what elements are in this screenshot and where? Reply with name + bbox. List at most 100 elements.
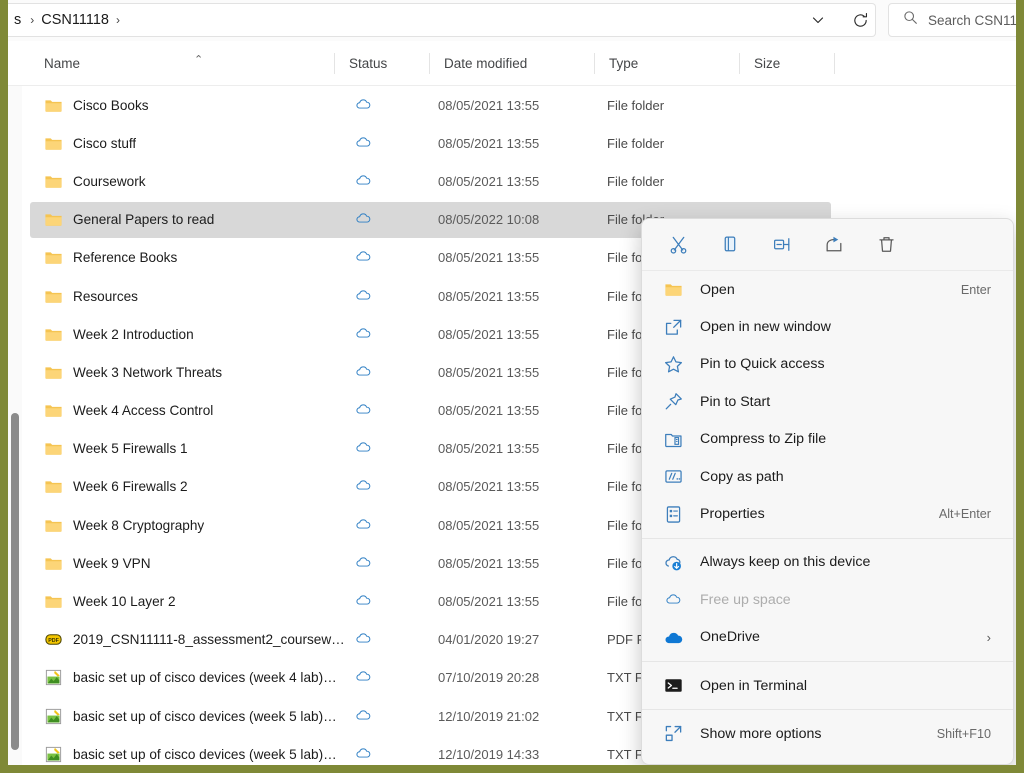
menu-item-show-more-options[interactable]: Show more options Shift+F10 <box>642 715 1013 752</box>
file-name-cell[interactable]: basic set up of cisco devices (week 5 la… <box>44 745 344 764</box>
file-name-cell[interactable]: Reference Books <box>44 248 344 267</box>
cloud-icon <box>355 134 374 153</box>
column-header-status[interactable]: Status <box>335 41 430 86</box>
file-name-label: Cisco stuff <box>73 135 137 151</box>
file-name-cell[interactable]: basic set up of cisco devices (week 4 la… <box>44 668 344 687</box>
share-icon[interactable] <box>818 229 850 261</box>
cloud-icon <box>355 172 374 191</box>
menu-item-properties[interactable]: Properties Alt+Enter <box>642 495 1013 532</box>
file-type-label: File fo <box>607 326 643 342</box>
menu-item-open-in-terminal[interactable]: Open in Terminal <box>642 667 1013 704</box>
search-input[interactable]: Search CSN111 <box>928 13 1016 28</box>
folder-icon <box>44 477 63 496</box>
file-type-label: TXT Fi <box>607 670 646 686</box>
file-name-cell[interactable]: Week 2 Introduction <box>44 325 344 344</box>
file-date-cell: 08/05/2021 13:55 <box>438 556 598 571</box>
cloud-icon <box>355 287 374 306</box>
file-name-label: basic set up of cisco devices (week 5 la… <box>73 708 337 724</box>
file-type-label: File fo <box>607 479 643 495</box>
table-row[interactable]: Cisco Books 08/05/2021 13:55 File folder <box>22 86 1016 124</box>
menu-item-label: Free up space <box>700 591 791 608</box>
file-date-cell: 08/05/2021 13:55 <box>438 250 598 265</box>
file-date-cell: 08/05/2021 13:55 <box>438 289 598 304</box>
breadcrumb-bar[interactable]: s › CSN11118 › <box>8 3 876 37</box>
file-name-cell[interactable]: Week 5 Firewalls 1 <box>44 439 344 458</box>
file-date-cell: 08/05/2021 13:55 <box>438 441 598 456</box>
table-row[interactable]: Cisco stuff 08/05/2021 13:55 File folder <box>22 124 1016 162</box>
file-name-cell[interactable]: Coursework <box>44 172 344 191</box>
file-name-cell[interactable]: Week 10 Layer 2 <box>44 592 344 611</box>
breadcrumb: s › CSN11118 › <box>8 12 127 28</box>
rename-icon[interactable] <box>766 229 798 261</box>
file-name-cell[interactable]: PDF 2019_CSN11111-8_assessment2_coursew… <box>44 630 344 649</box>
chevron-right-icon: › <box>986 629 991 645</box>
menu-separator <box>642 660 1013 662</box>
table-row[interactable]: Coursework 08/05/2021 13:55 File folder <box>22 162 1016 200</box>
file-name-cell[interactable]: Week 4 Access Control <box>44 401 344 420</box>
star-icon <box>662 353 684 375</box>
breadcrumb-item-current[interactable]: CSN11118 <box>41 12 109 28</box>
cloud-icon <box>355 248 374 267</box>
file-name-cell[interactable]: basic set up of cisco devices (week 5 la… <box>44 707 344 726</box>
file-date-cell: 08/05/2021 13:55 <box>438 136 598 151</box>
file-date-label: 08/05/2021 13:55 <box>438 173 540 189</box>
scrollbar-thumb[interactable] <box>11 413 19 750</box>
menu-item-compress-to-zip-file[interactable]: Compress to Zip file <box>642 421 1013 458</box>
file-name-label: basic set up of cisco devices (week 4 la… <box>73 670 337 686</box>
column-header-date-modified[interactable]: Date modified <box>430 41 595 86</box>
file-date-cell: 12/10/2019 14:33 <box>438 747 598 762</box>
file-date-label: 07/10/2019 20:28 <box>438 670 540 686</box>
file-date-label: 08/05/2021 13:55 <box>438 517 540 533</box>
folder-icon <box>44 325 63 344</box>
file-type-label: File fo <box>607 555 643 571</box>
cut-icon[interactable] <box>662 229 694 261</box>
file-name-label: Week 5 Firewalls 1 <box>73 441 188 457</box>
column-header-size-label: Size <box>754 56 781 71</box>
menu-item-copy-as-path[interactable]: Copy as path <box>642 458 1013 495</box>
file-status-cell <box>349 248 409 267</box>
folder-icon <box>44 172 63 191</box>
file-name-cell[interactable]: Week 6 Firewalls 2 <box>44 477 344 496</box>
file-name-cell[interactable]: General Papers to read <box>44 210 344 229</box>
file-status-cell <box>349 707 409 726</box>
breadcrumb-separator-trailing[interactable]: › <box>109 13 127 27</box>
vertical-scrollbar[interactable] <box>8 86 22 765</box>
cloud-icon <box>355 210 374 229</box>
menu-item-pin-to-start[interactable]: Pin to Start <box>642 383 1013 420</box>
file-date-label: 08/05/2021 13:55 <box>438 441 540 457</box>
file-name-cell[interactable]: Week 9 VPN <box>44 554 344 573</box>
file-name-cell[interactable]: Cisco stuff <box>44 134 344 153</box>
file-name-label: Resources <box>73 288 138 304</box>
menu-item-onedrive[interactable]: OneDrive › <box>642 619 1013 656</box>
search-box[interactable]: Search CSN111 <box>888 3 1016 37</box>
file-type-cell: File folder <box>607 174 747 189</box>
show-more-icon <box>662 723 684 745</box>
column-header-type[interactable]: Type <box>595 41 740 86</box>
file-name-cell[interactable]: Cisco Books <box>44 96 344 115</box>
delete-icon[interactable] <box>870 229 902 261</box>
chevron-down-icon[interactable] <box>798 3 838 37</box>
copy-icon[interactable] <box>714 229 746 261</box>
menu-item-always-keep-on-this-device[interactable]: Always keep on this device <box>642 544 1013 581</box>
menu-item-open[interactable]: Open Enter <box>642 271 1013 308</box>
file-type-label: File fo <box>607 364 643 380</box>
cloud-icon <box>355 477 374 496</box>
file-name-cell[interactable]: Week 3 Network Threats <box>44 363 344 382</box>
file-date-cell: 12/10/2019 21:02 <box>438 709 598 724</box>
file-date-cell: 08/05/2021 13:55 <box>438 327 598 342</box>
onedrive-icon <box>662 626 684 648</box>
column-header-size[interactable]: Size <box>740 41 835 86</box>
file-name-label: Coursework <box>73 173 146 189</box>
file-date-label: 08/05/2021 13:55 <box>438 326 540 342</box>
refresh-icon[interactable] <box>840 3 880 37</box>
file-name-cell[interactable]: Week 8 Cryptography <box>44 516 344 535</box>
menu-item-pin-to-quick-access[interactable]: Pin to Quick access <box>642 346 1013 383</box>
file-name-cell[interactable]: Resources <box>44 287 344 306</box>
cloud-download-icon <box>662 551 684 573</box>
cloud-icon <box>355 630 374 649</box>
breadcrumb-item-prefix[interactable]: s <box>12 12 23 28</box>
file-date-cell: 08/05/2021 13:55 <box>438 479 598 494</box>
column-header-name[interactable]: Name <box>30 41 335 86</box>
folder-icon <box>44 516 63 535</box>
menu-item-open-in-new-window[interactable]: Open in new window <box>642 308 1013 345</box>
